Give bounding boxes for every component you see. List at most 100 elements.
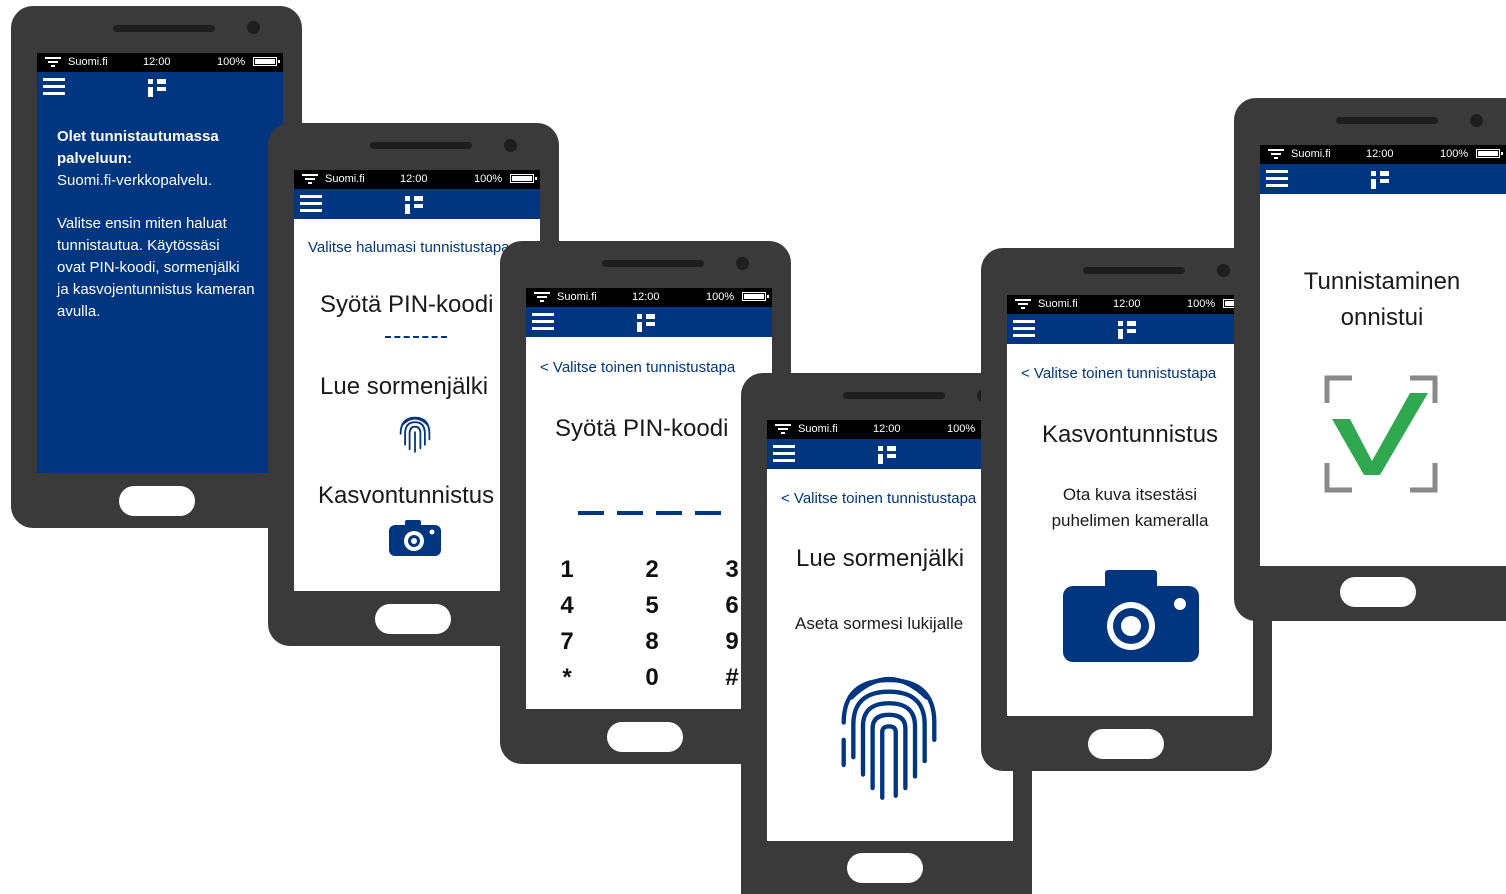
face-instruction-2: puhelimen kameralla [1051, 511, 1209, 530]
suomi-logo-icon [875, 443, 897, 465]
success-title-1: Tunnistaminen [1303, 268, 1461, 295]
camera-icon[interactable] [389, 520, 441, 556]
home-button[interactable] [375, 604, 451, 634]
back-link[interactable]: < Valitse toinen tunnistustapa [781, 490, 976, 507]
phone-camera [504, 139, 517, 152]
hamburger-menu-icon[interactable] [773, 445, 795, 463]
top-nav [1260, 164, 1506, 194]
home-button[interactable] [847, 853, 923, 883]
hamburger-menu-icon[interactable] [43, 78, 65, 96]
phone-camera [736, 257, 749, 270]
option-pin[interactable]: Syötä PIN-koodi [320, 291, 493, 319]
battery-label: 100% [1440, 148, 1469, 160]
face-title: Kasvontunnistus [1041, 421, 1219, 448]
pin-digit-slot [695, 511, 721, 515]
intro-body-4: ja kasvojentunnistus kameran [57, 281, 255, 298]
battery-label: 100% [706, 291, 735, 303]
top-nav [37, 72, 283, 102]
suomi-logo-icon [634, 311, 656, 333]
battery-icon [1476, 149, 1503, 158]
intro-service: Suomi.fi-verkkopalvelu. [57, 172, 213, 189]
battery-icon [510, 174, 537, 183]
clock-label: 12:00 [1366, 148, 1394, 160]
top-nav [767, 439, 1013, 469]
phone-camera [1217, 264, 1230, 277]
hamburger-menu-icon[interactable] [1013, 320, 1035, 338]
clock-label: 12:00 [632, 291, 660, 303]
status-bar: Suomi.fi 12:00 100% [767, 420, 1013, 439]
home-button[interactable] [1088, 729, 1164, 759]
pin-placeholder [385, 336, 447, 338]
pin-title: Syötä PIN-koodi [555, 415, 729, 442]
suomi-logo-icon [1368, 168, 1390, 190]
hamburger-menu-icon[interactable] [532, 313, 554, 331]
intro-heading-1: Olet tunnistautumassa [57, 128, 219, 145]
screen-face-recognition: Suomi.fi 12:00 100% < Valitse toinen tun… [1007, 295, 1253, 716]
face-instruction-1: Ota kuva itsestäsi [1062, 485, 1198, 504]
clock-label: 12:00 [1113, 298, 1141, 310]
pin-digit-slot [578, 511, 604, 515]
back-link[interactable]: < Valitse toinen tunnistustapa [540, 359, 735, 376]
phone-face-recognition: Suomi.fi 12:00 100% < Valitse toinen tun… [981, 248, 1272, 771]
back-link[interactable]: < Valitse toinen tunnistustapa [1021, 365, 1216, 382]
fingerprint-title: Lue sormenjälki [796, 545, 965, 572]
key-7[interactable]: 7 [552, 628, 582, 656]
signal-icon [775, 424, 791, 434]
battery-label: 100% [947, 423, 976, 435]
phone-intro: Suomi.fi 12:00 100% Olet tunnistautumass… [11, 6, 302, 528]
hamburger-menu-icon[interactable] [300, 195, 322, 213]
status-bar: Suomi.fi 12:00 100% [37, 53, 283, 72]
key-2[interactable]: 2 [637, 556, 667, 584]
signal-icon [45, 57, 61, 67]
battery-icon [253, 57, 280, 66]
home-button[interactable] [607, 722, 683, 752]
clock-label: 12:00 [400, 173, 428, 185]
success-check-icon [1324, 375, 1438, 493]
screen-intro: Suomi.fi 12:00 100% Olet tunnistautumass… [37, 53, 283, 473]
carrier-label: Suomi.fi [557, 291, 597, 303]
screen-fingerprint: Suomi.fi 12:00 100% < Valitse toinen tun… [767, 420, 1013, 841]
fingerprint-icon[interactable] [397, 411, 433, 455]
hamburger-menu-icon[interactable] [1266, 170, 1288, 188]
battery-icon [742, 292, 769, 301]
phone-speaker [1083, 267, 1185, 274]
battery-label: 100% [1187, 298, 1216, 310]
battery-label: 100% [474, 173, 503, 185]
intro-heading-2: palveluun: [57, 150, 133, 167]
top-nav [1007, 314, 1253, 344]
status-bar: Suomi.fi 12:00 100% [1007, 295, 1253, 314]
phone-speaker [1336, 117, 1438, 124]
phone-speaker [602, 260, 704, 267]
clock-label: 12:00 [143, 56, 171, 68]
option-face[interactable]: Kasvontunnistus [318, 482, 494, 510]
phone-camera [247, 21, 260, 34]
key-4[interactable]: 4 [552, 592, 582, 620]
status-bar: Suomi.fi 12:00 100% [294, 170, 540, 189]
signal-icon [1268, 149, 1284, 159]
key-5[interactable]: 5 [637, 592, 667, 620]
option-fingerprint[interactable]: Lue sormenjälki [320, 373, 488, 401]
key-star[interactable]: * [552, 664, 582, 692]
intro-body-2: tunnistautua. Käytössäsi [57, 237, 220, 254]
key-8[interactable]: 8 [637, 628, 667, 656]
clock-label: 12:00 [873, 423, 901, 435]
fingerprint-instruction: Aseta sormesi lukijalle [795, 614, 964, 633]
signal-icon [1015, 299, 1031, 309]
pin-digit-slot [656, 511, 682, 515]
phone-success: Suomi.fi 12:00 100% Tunnistaminen onnist… [1234, 98, 1506, 621]
intro-body-5: avulla. [57, 303, 101, 320]
suomi-logo-icon [1115, 318, 1137, 340]
carrier-label: Suomi.fi [1038, 298, 1078, 310]
key-0[interactable]: 0 [637, 664, 667, 692]
method-prompt: Valitse halumasi tunnistustapa [308, 239, 510, 256]
home-button[interactable] [1340, 577, 1416, 607]
battery-label: 100% [217, 56, 246, 68]
camera-icon[interactable] [1063, 570, 1199, 662]
carrier-label: Suomi.fi [1291, 148, 1331, 160]
key-1[interactable]: 1 [552, 556, 582, 584]
phone-speaker [370, 142, 472, 149]
intro-body-3: ovat PIN-koodi, sormenjälki [57, 259, 240, 276]
home-button[interactable] [119, 486, 195, 516]
carrier-label: Suomi.fi [798, 423, 838, 435]
status-bar: Suomi.fi 12:00 100% [1260, 145, 1506, 164]
